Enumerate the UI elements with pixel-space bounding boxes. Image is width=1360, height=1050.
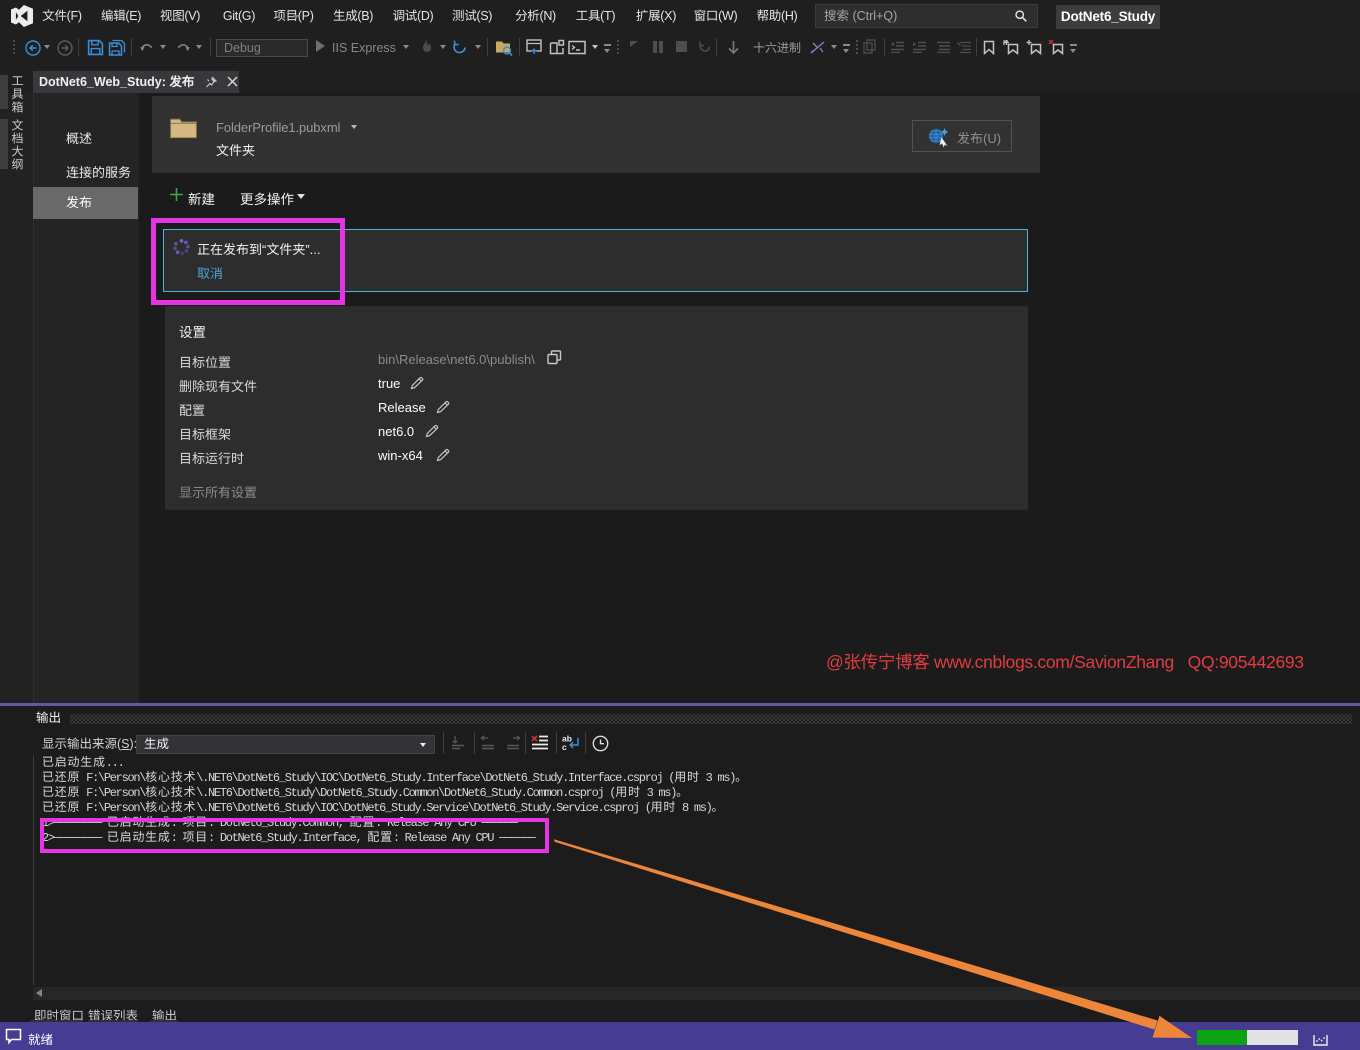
svg-text:c: c [562,742,567,752]
